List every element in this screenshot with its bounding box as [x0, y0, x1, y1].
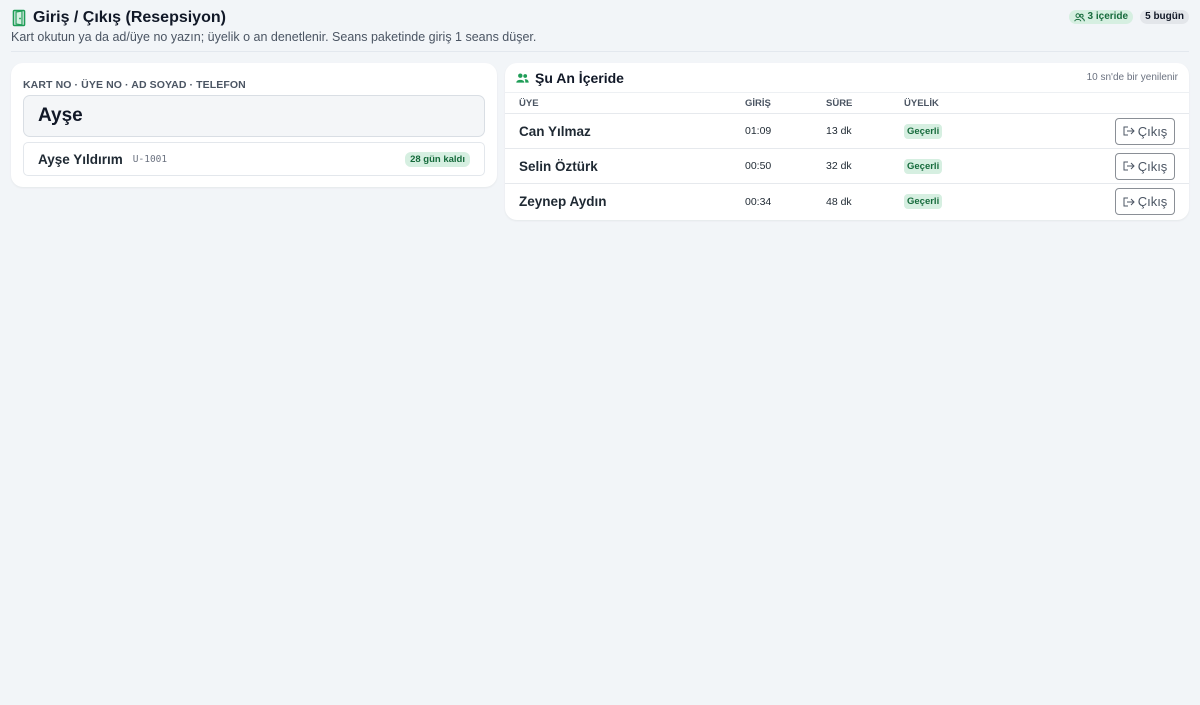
row-duration: 13 dk [826, 125, 852, 137]
row-member-name: Zeynep Aydın [519, 194, 607, 209]
column-member: ÜYE [519, 97, 539, 109]
users-icon [1073, 12, 1085, 21]
row-entry-time: 00:34 [745, 195, 772, 208]
inside-panel: Şu An İçeride 10 sn'de bir yenilenir ÜYE… [505, 63, 1189, 220]
row-entry-time: 01:09 [745, 125, 772, 137]
row-member-name: Selin Öztürk [519, 158, 598, 174]
inside-panel-title: Şu An İçeride [535, 69, 624, 86]
checkin-panel: KART NO · ÜYE NO · AD SOYAD · TELEFON Ay… [11, 63, 497, 187]
result-member-name: Ayşe Yıldırım [38, 151, 123, 167]
checkout-button[interactable]: Çıkış [1115, 117, 1175, 145]
checkout-label: Çıkış [1137, 158, 1168, 174]
table-header: ÜYE GİRİŞ SÜRE ÜYELİK [505, 93, 1189, 114]
users-icon [516, 73, 529, 83]
row-entry-time: 00:50 [745, 160, 772, 172]
result-member-id: U-1001 [132, 153, 168, 165]
column-membership: ÜYELİK [904, 97, 939, 109]
status-badge: Geçerli [904, 194, 943, 209]
logout-icon [1123, 126, 1135, 136]
search-field-label: KART NO · ÜYE NO · AD SOYAD · TELEFON [23, 79, 246, 91]
row-member-name: Can Yılmaz [519, 123, 591, 139]
inside-count-text: 3 içeride [1087, 11, 1129, 22]
page-header: Giriş / Çıkış (Resepsiyon) Kart okutun y… [11, 8, 1189, 52]
column-duration: SÜRE [826, 97, 853, 109]
search-result-item[interactable]: Ayşe Yıldırım U-1001 28 gün kaldı [23, 142, 485, 176]
table-row: Selin Öztürk 00:50 32 dk Geçerli Çıkış [505, 149, 1189, 184]
page-title: Giriş / Çıkış (Resepsiyon) [33, 9, 226, 26]
page-subtitle: Kart okutun ya da ad/üye no yazın; üyeli… [11, 30, 537, 44]
refresh-note: 10 sn'de bir yenilenir [1086, 72, 1178, 83]
table-row: Can Yılmaz 01:09 13 dk Geçerli Çıkış [505, 114, 1189, 149]
status-badge: Geçerli [904, 158, 943, 174]
row-duration: 32 dk [826, 160, 852, 172]
checkout-label: Çıkış [1137, 123, 1168, 139]
today-count-badge: 5 bugün [1140, 10, 1189, 24]
status-badge: Geçerli [904, 123, 943, 139]
checkout-button[interactable]: Çıkış [1115, 188, 1175, 215]
checkout-label: Çıkış [1137, 194, 1168, 209]
inside-count-badge: 3 içeride [1068, 10, 1134, 24]
logout-icon [1123, 197, 1135, 206]
row-duration: 48 dk [826, 195, 852, 208]
logout-icon [1123, 161, 1135, 171]
door-icon [11, 9, 27, 27]
member-search-input[interactable] [23, 95, 485, 137]
checkout-button[interactable]: Çıkış [1115, 152, 1175, 180]
remaining-days-badge: 28 gün kaldı [405, 151, 470, 167]
column-entry: GİRİŞ [745, 97, 771, 109]
table-row: Zeynep Aydın 00:34 48 dk Geçerli Çıkış [505, 184, 1189, 219]
